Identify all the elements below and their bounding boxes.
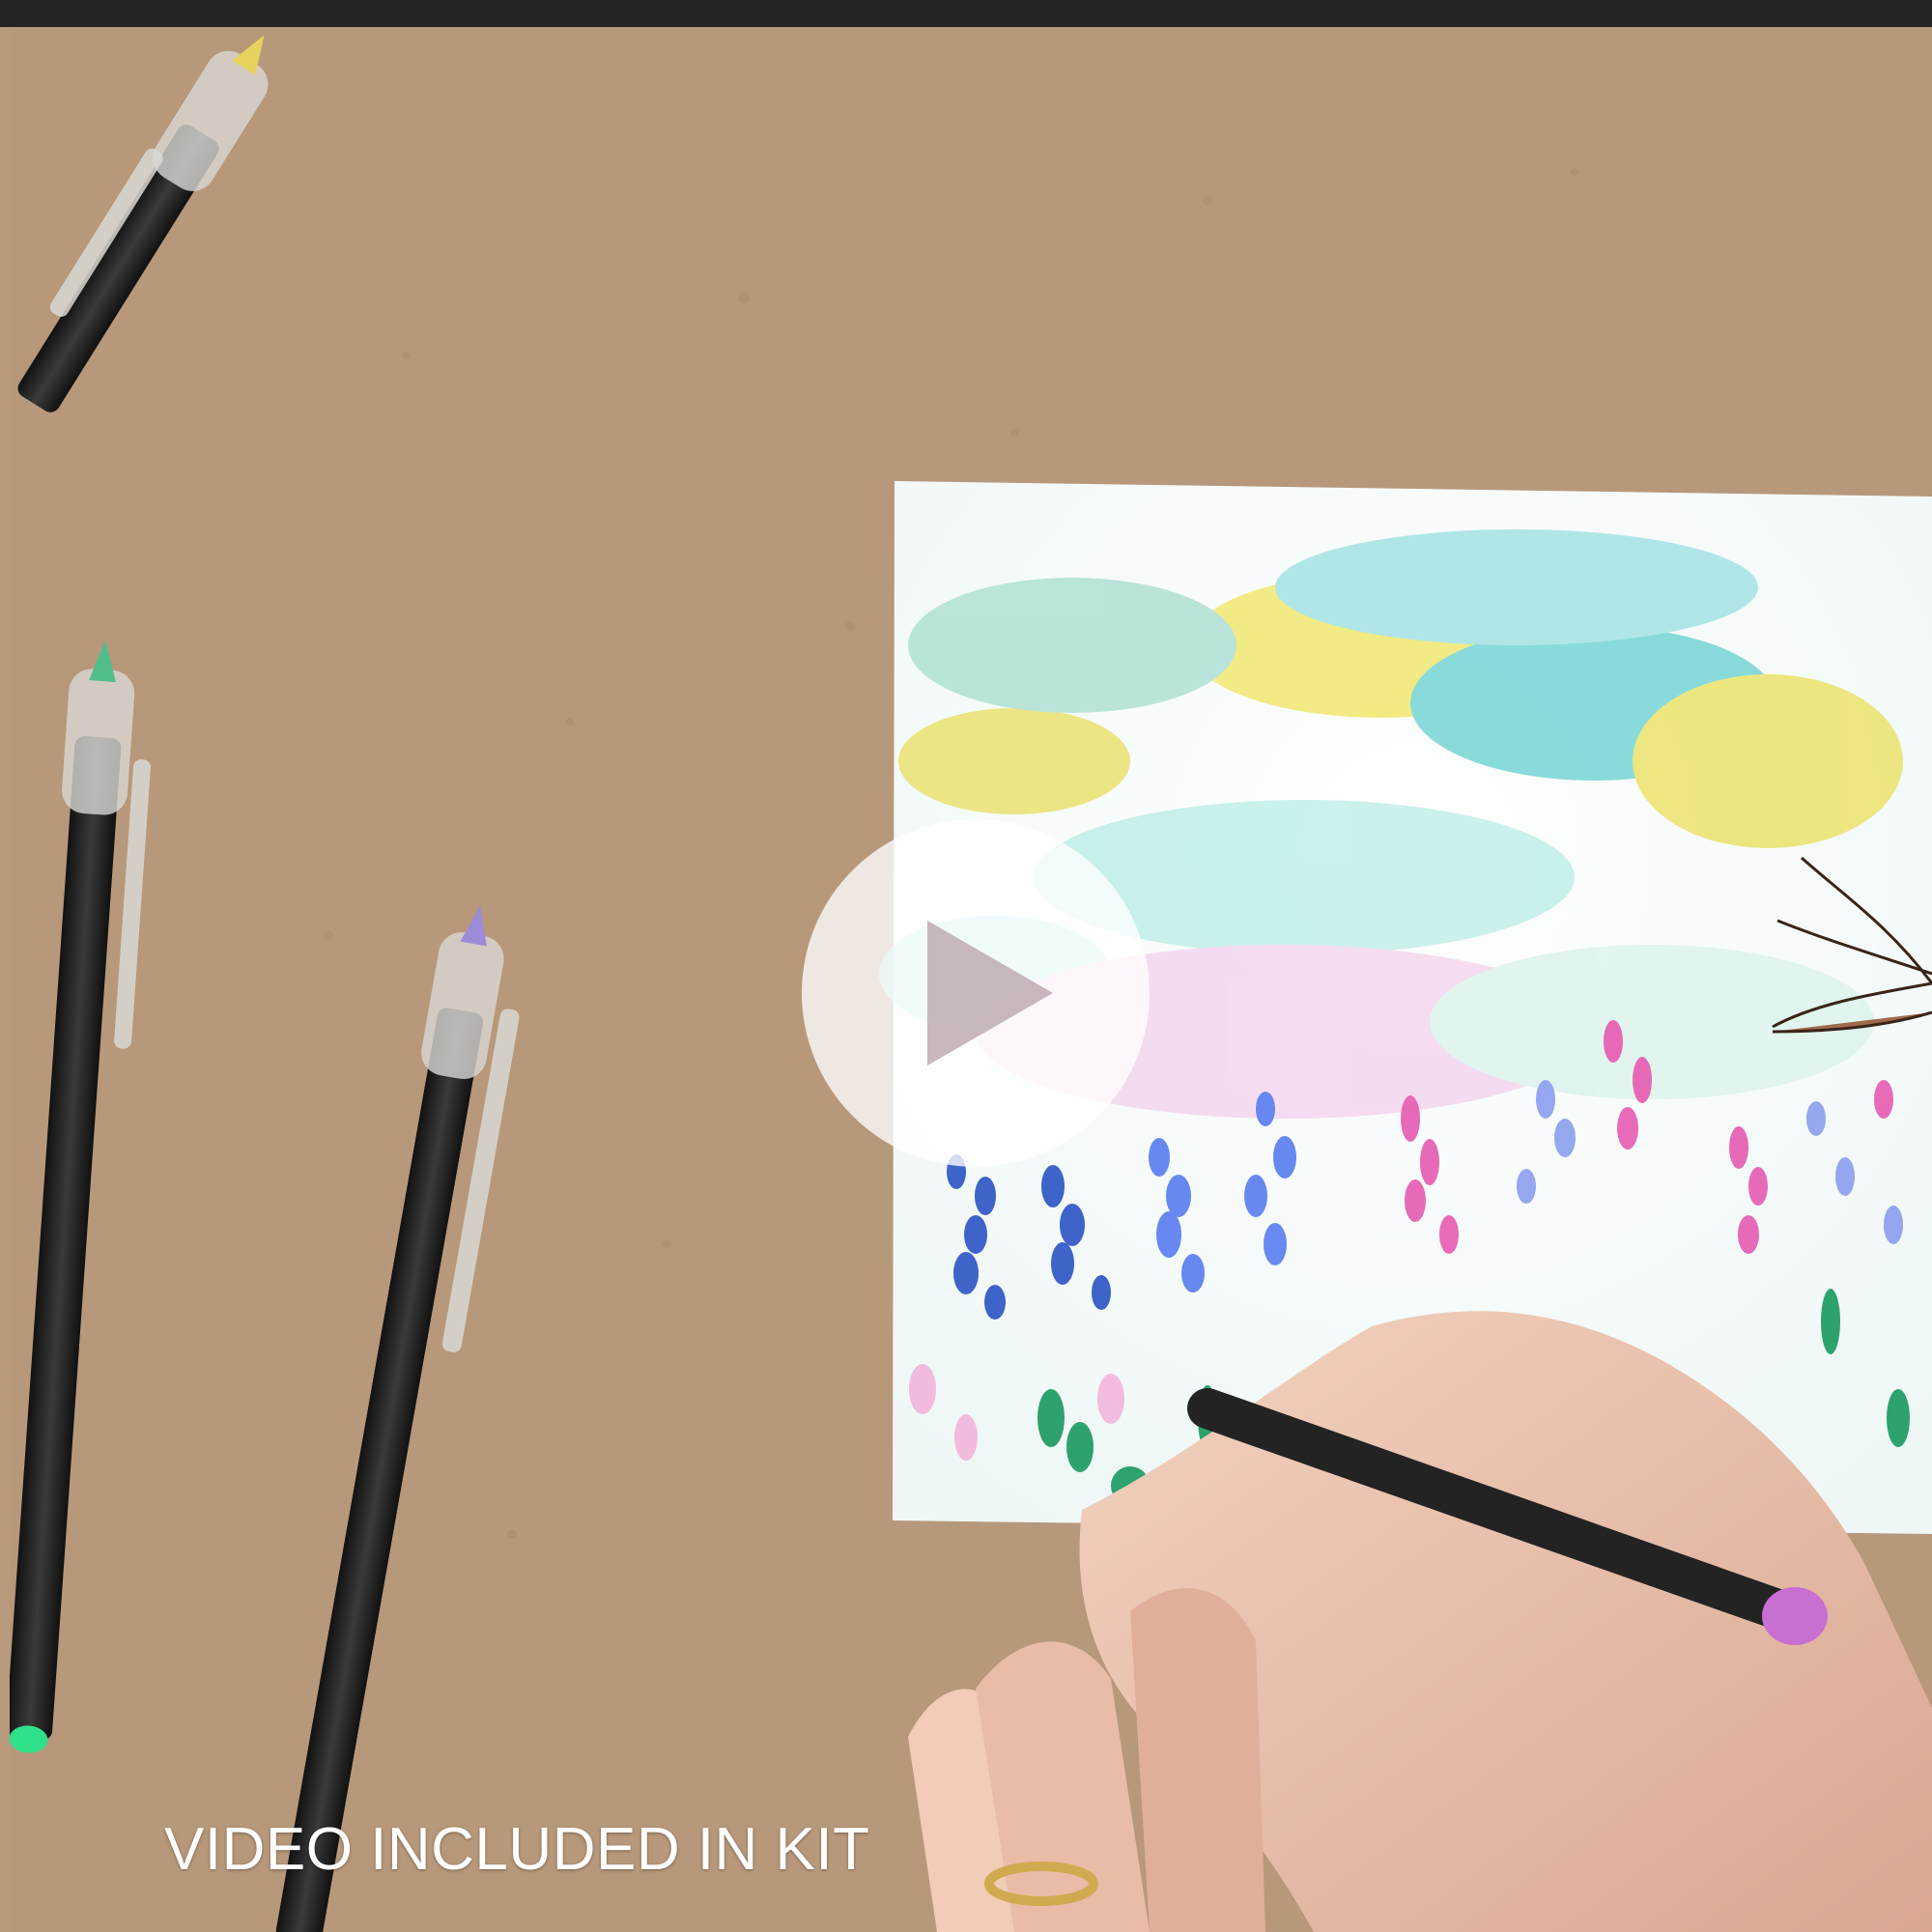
play-icon: [927, 921, 1053, 1065]
video-top-bar: [0, 0, 1932, 27]
video-player[interactable]: VIDEO INCLUDED IN KIT: [10, 27, 1932, 1932]
video-frame: VIDEO INCLUDED IN KIT: [0, 0, 1932, 1932]
play-button[interactable]: [802, 819, 1150, 1167]
video-caption: VIDEO INCLUDED IN KIT: [164, 1816, 870, 1883]
